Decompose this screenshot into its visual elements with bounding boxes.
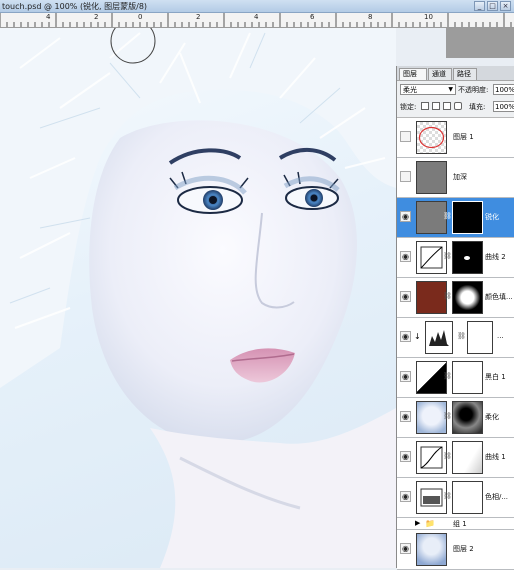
ruler-label: 2	[196, 13, 201, 21]
layer-thumbnail	[416, 533, 447, 566]
clipping-arrow-icon: ↓	[414, 332, 421, 341]
eye-icon[interactable]: ◉	[400, 211, 411, 222]
opacity-field[interactable]: 100%	[493, 84, 514, 95]
link-icon: ⛓	[443, 292, 452, 300]
ruler-label: 10	[424, 13, 433, 21]
tab-layers-label: 图层	[403, 70, 417, 78]
document-title-bar: touch.psd @ 100% (锐化, 图层蒙版/8) _ □ ×	[0, 0, 514, 13]
link-icon: ⛓	[443, 452, 452, 460]
image-canvas[interactable]	[0, 28, 396, 568]
horizontal-ruler: 4 2 0 2 4 6 8 10	[0, 13, 514, 28]
layer-name: 黑白 1	[485, 373, 506, 381]
eye-icon[interactable]: ◉	[400, 491, 411, 502]
portrait-artwork	[0, 28, 396, 568]
layer-name: 曲线 1	[485, 453, 506, 461]
expand-arrow-icon[interactable]: ▶	[415, 519, 420, 527]
layer-name: 柔化	[485, 413, 499, 421]
layer-mask-thumbnail[interactable]	[452, 441, 483, 474]
link-icon: ⛓	[443, 412, 452, 420]
ruler-label: 4	[46, 13, 51, 21]
layer-mask-thumbnail[interactable]	[452, 481, 483, 514]
layer-thumbnail	[416, 161, 447, 194]
eye-icon[interactable]: ◉	[400, 371, 411, 382]
layer-mask-thumbnail[interactable]	[452, 201, 483, 234]
opacity-label: 不透明度:	[458, 86, 489, 94]
layer-mask-thumbnail[interactable]	[467, 321, 493, 354]
eye-icon[interactable]: ◉	[400, 331, 411, 342]
layer-mask-thumbnail[interactable]	[452, 361, 483, 394]
eye-icon[interactable]: ◉	[400, 543, 411, 554]
blend-mode-select[interactable]: 柔光 ▼	[400, 84, 456, 95]
layer-name: 图层 1	[453, 133, 474, 141]
tab-layers[interactable]: 图层 ×	[399, 68, 427, 89]
layer-row[interactable]: ◉ ⛓ 色相/...	[397, 478, 514, 518]
close-icon[interactable]: ×	[500, 1, 511, 11]
layer-name: 曲线 2	[485, 253, 506, 261]
lock-pixels-icon[interactable]	[432, 102, 440, 110]
layer-mask-thumbnail[interactable]	[452, 281, 483, 314]
layer-row[interactable]: ◉ ⛓ 柔化	[397, 398, 514, 438]
layer-name: 加深	[453, 173, 467, 181]
layer-mask-thumbnail[interactable]	[452, 401, 483, 434]
layer-row[interactable]: ◉ ⛓ 曲线 2	[397, 238, 514, 278]
eye-icon[interactable]: ◉	[400, 411, 411, 422]
visibility-toggle[interactable]	[400, 171, 411, 182]
ruler-label: 0	[138, 13, 143, 21]
layer-row-selected[interactable]: ◉ ⛓ 锐化	[397, 198, 514, 238]
eye-icon[interactable]: ◉	[400, 291, 411, 302]
tab-paths[interactable]: 路径	[453, 68, 477, 80]
tab-channels-label: 通道	[432, 70, 446, 78]
layer-thumbnail	[416, 121, 447, 154]
layer-row[interactable]: ◉ 图层 2	[397, 530, 514, 570]
fill-field[interactable]: 100%	[493, 101, 514, 112]
link-icon: ⛓	[443, 372, 452, 380]
chevron-down-icon: ▼	[448, 86, 453, 93]
maximize-icon[interactable]: □	[487, 1, 498, 11]
layer-row[interactable]: ◉ ↓ ⛓ ...	[397, 318, 514, 358]
lock-all-icon[interactable]	[454, 102, 462, 110]
lock-transparency-icon[interactable]	[421, 102, 429, 110]
link-icon: ⛓	[443, 492, 452, 500]
ruler-label: 4	[254, 13, 259, 21]
layer-options: 柔光 ▼ 不透明度: 100% 锁定: 填充: 100%	[397, 81, 514, 118]
link-icon: ⛓	[457, 332, 466, 340]
layer-name: ...	[497, 332, 504, 340]
link-icon: ⛓	[443, 212, 452, 220]
eye-icon[interactable]: ◉	[400, 251, 411, 262]
levels-adjustment-icon	[425, 321, 453, 354]
folder-icon: 📁	[425, 519, 435, 528]
ruler-label: 2	[94, 13, 99, 21]
visibility-toggle[interactable]	[400, 131, 411, 142]
ruler-label: 8	[368, 13, 373, 21]
lock-position-icon[interactable]	[443, 102, 451, 110]
layer-row[interactable]: ◉ ⛓ 黑白 1	[397, 358, 514, 398]
lock-label: 锁定:	[400, 103, 417, 111]
layer-row[interactable]: ◉ ⛓ 颜色填...	[397, 278, 514, 318]
layer-name: 色相/...	[485, 493, 509, 501]
layer-group-row[interactable]: ▶ 📁 组 1	[397, 518, 514, 530]
blend-mode-value: 柔光	[403, 86, 417, 94]
group-name: 组 1	[453, 520, 467, 528]
layer-mask-thumbnail[interactable]	[452, 241, 483, 274]
layer-row[interactable]: ◉ ⛓ 曲线 1	[397, 438, 514, 478]
minimize-icon[interactable]: _	[474, 1, 485, 11]
layer-row[interactable]: 加深	[397, 158, 514, 198]
layer-row[interactable]: 图层 1	[397, 118, 514, 158]
eye-icon[interactable]: ◉	[400, 451, 411, 462]
layer-name: 颜色填...	[485, 293, 513, 301]
ruler-label: 6	[310, 13, 315, 21]
link-icon: ⛓	[443, 252, 452, 260]
layers-list: 图层 1 加深 ◉ ⛓ 锐化 ◉ ⛓ 曲线 2 ◉ ⛓ 颜色填... ◉ ↓ ⛓…	[397, 118, 514, 570]
fill-label: 填充:	[469, 103, 486, 111]
layer-name: 图层 2	[453, 545, 474, 553]
panel-tabs: 图层 × 通道 路径	[397, 66, 514, 89]
layer-name: 锐化	[485, 213, 499, 221]
pasteboard-area	[446, 28, 514, 58]
document-title: touch.psd @ 100% (锐化, 图层蒙版/8)	[2, 2, 148, 11]
tab-channels[interactable]: 通道	[428, 68, 452, 80]
layers-panel: 图层 × 通道 路径 柔光 ▼ 不透明度: 100% 锁定: 填充: 100%	[396, 66, 514, 570]
tab-paths-label: 路径	[457, 70, 471, 78]
